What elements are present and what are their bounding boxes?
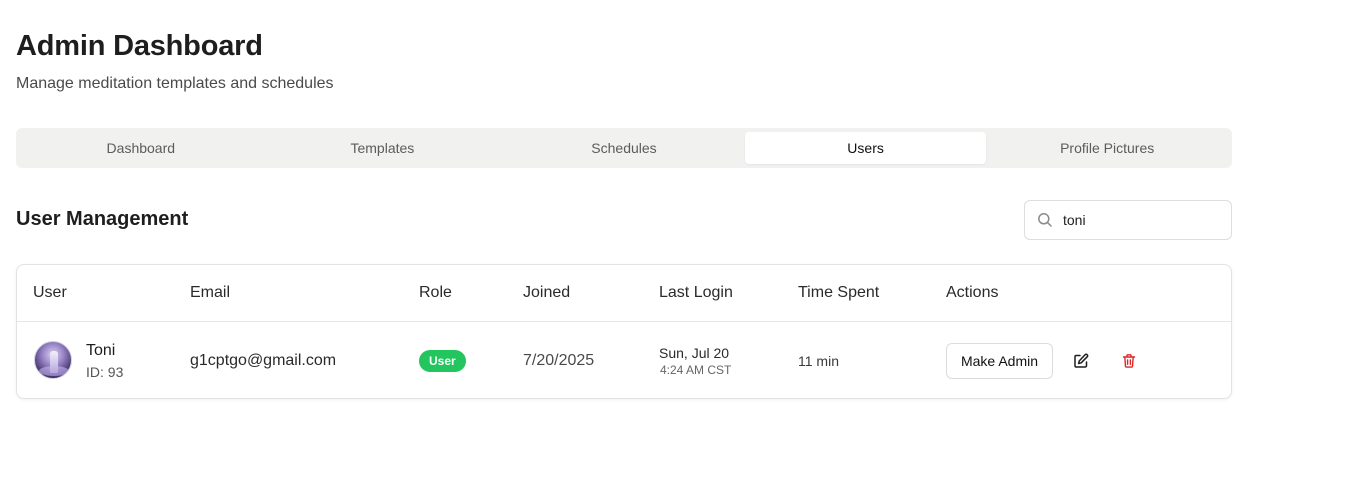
column-header-time-spent: Time Spent	[798, 284, 880, 301]
user-id: ID: 93	[86, 364, 124, 380]
tab-users[interactable]: Users	[744, 132, 987, 164]
last-login-time: 4:24 AM CST	[660, 363, 732, 377]
tab-bar: Dashboard Templates Schedules Users Prof…	[16, 128, 1232, 168]
delete-user-button[interactable]	[1117, 349, 1141, 373]
trash-icon	[1122, 354, 1136, 368]
search-input[interactable]	[1063, 212, 1213, 228]
page-title: Admin Dashboard	[16, 30, 263, 62]
column-header-user: User	[33, 284, 67, 301]
column-header-actions: Actions	[946, 284, 999, 301]
column-header-email: Email	[190, 284, 231, 301]
users-table: User Email Role Joined Last Login Time S…	[16, 264, 1232, 399]
column-header-last-login: Last Login	[659, 284, 733, 301]
tab-schedules[interactable]: Schedules	[503, 132, 745, 164]
joined-date: 7/20/2025	[523, 352, 595, 369]
section-title: User Management	[16, 208, 189, 230]
search-box	[1024, 200, 1232, 240]
column-header-role: Role	[419, 284, 452, 301]
page-subtitle: Manage meditation templates and schedule…	[16, 75, 334, 92]
user-email: g1cptgo@gmail.com	[190, 352, 337, 369]
role-badge: User	[419, 350, 466, 372]
column-header-joined: Joined	[523, 284, 571, 301]
tab-profile-pictures[interactable]: Profile Pictures	[986, 132, 1228, 164]
tab-dashboard[interactable]: Dashboard	[20, 132, 262, 164]
last-login-date: Sun, Jul 20	[659, 345, 730, 361]
user-name: Toni	[86, 342, 116, 359]
make-admin-button[interactable]: Make Admin	[946, 343, 1053, 379]
time-spent: 11 min	[798, 353, 839, 369]
table-header: User Email Role Joined Last Login Time S…	[17, 265, 1231, 322]
search-icon	[1038, 213, 1052, 227]
avatar	[34, 341, 72, 379]
edit-user-button[interactable]	[1069, 349, 1093, 373]
edit-icon	[1074, 353, 1089, 368]
table-row: Toni ID: 93 g1cptgo@gmail.com User 7/20/…	[17, 322, 1231, 399]
avatar-figure	[50, 351, 58, 373]
admin-dashboard-page: Admin Dashboard Manage meditation templa…	[0, 0, 1362, 479]
tab-templates[interactable]: Templates	[262, 132, 504, 164]
